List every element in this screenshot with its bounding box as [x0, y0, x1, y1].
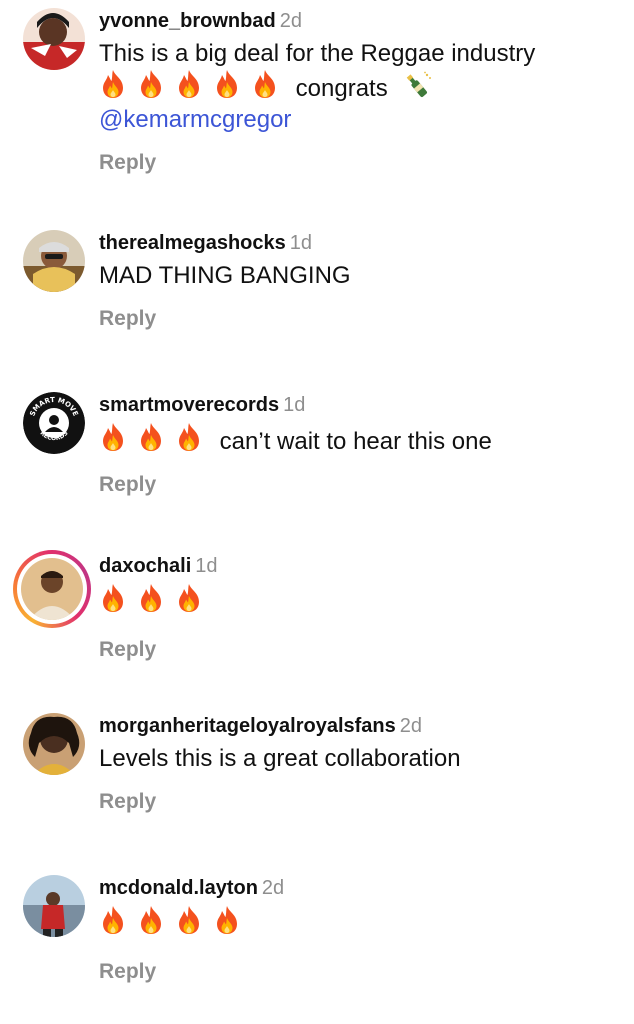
- avatar-image: [23, 713, 85, 775]
- fire-emoji-icon: [175, 583, 203, 613]
- fire-emoji-icon: [99, 905, 127, 935]
- avatar-image: [21, 558, 83, 620]
- username[interactable]: mcdonald.layton: [99, 877, 258, 899]
- comment-text-line: This is a big deal for the Reggae indust…: [99, 40, 536, 67]
- fire-emoji-icon: [99, 69, 127, 99]
- fire-emoji-icon: [175, 422, 203, 452]
- fire-emoji-icon: [99, 422, 127, 452]
- username[interactable]: therealmegashocks: [99, 232, 286, 254]
- avatar[interactable]: [23, 230, 85, 292]
- comment-text: [99, 583, 624, 618]
- fire-emoji-group: [99, 422, 203, 452]
- mention-link[interactable]: @kemarmcgregor: [99, 104, 624, 135]
- avatar-image: [23, 230, 85, 292]
- fire-emoji-group: [99, 583, 203, 613]
- avatar[interactable]: [23, 713, 85, 775]
- fire-emoji-icon: [213, 905, 241, 935]
- reply-button[interactable]: Reply: [99, 960, 624, 984]
- timestamp: 1d: [283, 394, 306, 416]
- comment-emoji-line: congrats: [99, 69, 624, 104]
- reply-button[interactable]: Reply: [99, 473, 624, 497]
- username[interactable]: smartmoverecords: [99, 394, 279, 416]
- timestamp: 2d: [261, 877, 285, 899]
- comment-text: can’t wait to hear this one: [99, 422, 624, 457]
- reply-button[interactable]: Reply: [99, 638, 624, 662]
- comment-text: This is a big deal for the Reggae indust…: [99, 38, 624, 135]
- fire-emoji-icon: [251, 69, 279, 99]
- avatar-story-ring[interactable]: [13, 550, 91, 628]
- avatar-ring-gap: [17, 554, 87, 624]
- fire-emoji-icon: [213, 69, 241, 99]
- avatar-image: [23, 8, 85, 70]
- username[interactable]: yvonne_brownbad: [99, 10, 276, 32]
- avatar: [21, 558, 83, 620]
- comment-text: MAD THING BANGING: [99, 262, 351, 289]
- fire-emoji-icon: [137, 583, 165, 613]
- comment-text-line: can’t wait to hear this one: [219, 428, 492, 455]
- fire-emoji-icon: [175, 905, 203, 935]
- avatar[interactable]: SMART MOVE RECORDS: [23, 392, 85, 454]
- fire-emoji-icon: [137, 422, 165, 452]
- username[interactable]: morganheritageloyalroyalsfans: [99, 715, 396, 737]
- comment-text-congrats: congrats: [295, 75, 388, 102]
- fire-emoji-icon: [137, 905, 165, 935]
- username[interactable]: daxochali: [99, 555, 191, 577]
- avatar-image: SMART MOVE RECORDS: [23, 392, 85, 454]
- timestamp: 1d: [289, 232, 313, 254]
- timestamp: 1d: [195, 555, 218, 577]
- fire-emoji-icon: [175, 69, 203, 99]
- reply-button[interactable]: Reply: [99, 307, 624, 331]
- reply-button[interactable]: Reply: [99, 151, 624, 175]
- reply-button[interactable]: Reply: [99, 790, 624, 814]
- fire-emoji-group: [99, 905, 241, 935]
- avatar[interactable]: [23, 875, 85, 937]
- timestamp: 2d: [399, 715, 423, 737]
- comment-text: [99, 905, 624, 940]
- fire-emoji-icon: [137, 69, 165, 99]
- champagne-bottle-icon: [402, 71, 432, 101]
- timestamp: 2d: [279, 10, 302, 32]
- fire-emoji-icon: [99, 583, 127, 613]
- comment-text: Levels this is a great collaboration: [99, 745, 461, 772]
- avatar[interactable]: [23, 8, 85, 70]
- avatar-image: [23, 875, 85, 937]
- fire-emoji-group: [99, 69, 279, 99]
